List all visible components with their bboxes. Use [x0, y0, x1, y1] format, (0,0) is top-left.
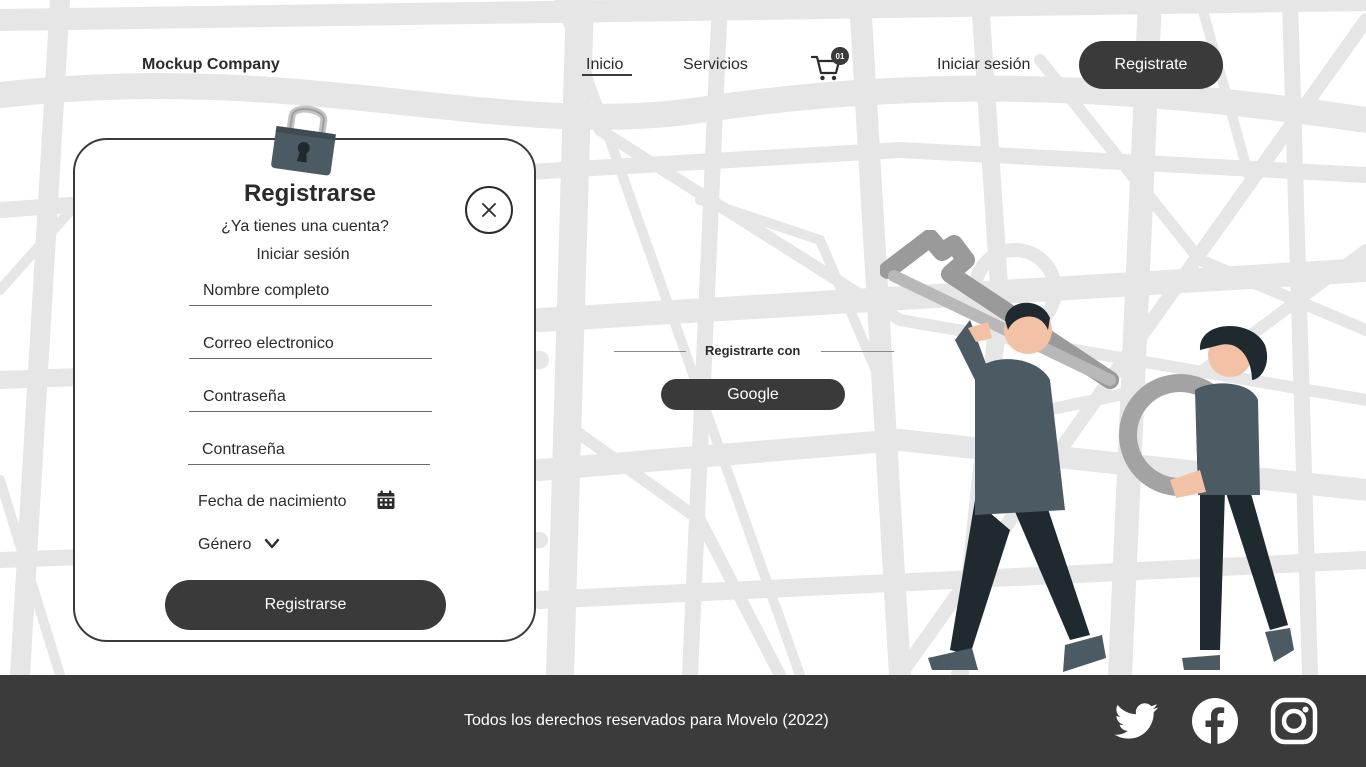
gender-label: Género	[198, 536, 252, 553]
instagram-icon[interactable]	[1270, 697, 1318, 745]
top-navbar: Mockup Company Inicio Servicios 01 Inici…	[0, 0, 1366, 130]
calendar-icon	[377, 490, 395, 509]
modal-subtitle: ¿Ya tienes una cuenta?	[221, 218, 389, 235]
divider-line-right	[821, 351, 894, 352]
lock-icon	[271, 105, 336, 176]
birthdate-picker[interactable]: Fecha de nacimiento	[198, 487, 408, 515]
cart-button[interactable]: 01	[810, 47, 854, 84]
fullname-input[interactable]	[189, 276, 432, 305]
password-confirm-field	[188, 435, 430, 465]
divider-line-left	[614, 351, 686, 352]
login-link[interactable]: Iniciar sesión	[75, 246, 531, 264]
submit-register-button[interactable]: Registrarse	[165, 580, 446, 630]
email-input[interactable]	[189, 329, 432, 358]
password-input[interactable]	[189, 382, 432, 411]
footer: Todos los derechos reservados para Movel…	[0, 675, 1366, 767]
close-button[interactable]	[465, 186, 513, 234]
people-carrying-key-illustration	[880, 230, 1294, 672]
nav-item-inicio[interactable]: Inicio	[586, 56, 623, 74]
register-modal: Registrarse ¿Ya tienes una cuenta? Inici…	[73, 138, 536, 642]
register-button[interactable]: Registrate	[1079, 41, 1223, 89]
fullname-field	[189, 276, 432, 306]
google-signup-button[interactable]: Google	[661, 379, 845, 410]
copyright-text: Todos los derechos reservados para Movel…	[464, 712, 829, 729]
close-icon	[482, 203, 496, 217]
chevron-down-icon	[264, 538, 280, 549]
gender-select[interactable]: Género	[198, 532, 298, 556]
brand-name[interactable]: Mockup Company	[142, 56, 280, 74]
nav-item-login[interactable]: Iniciar sesión	[937, 56, 1030, 74]
twitter-icon[interactable]	[1112, 697, 1160, 745]
facebook-icon[interactable]	[1191, 697, 1239, 745]
nav-item-servicios[interactable]: Servicios	[683, 56, 748, 74]
active-nav-underline	[582, 74, 632, 76]
password-field	[189, 382, 432, 412]
cart-count-badge: 01	[831, 47, 849, 65]
password-confirm-input[interactable]	[188, 435, 430, 464]
social-signup-label: Registrarte con	[705, 343, 801, 358]
social-signup-divider: Registrarte con	[614, 342, 894, 362]
email-field	[189, 329, 432, 359]
birthdate-label: Fecha de nacimiento	[198, 493, 347, 510]
